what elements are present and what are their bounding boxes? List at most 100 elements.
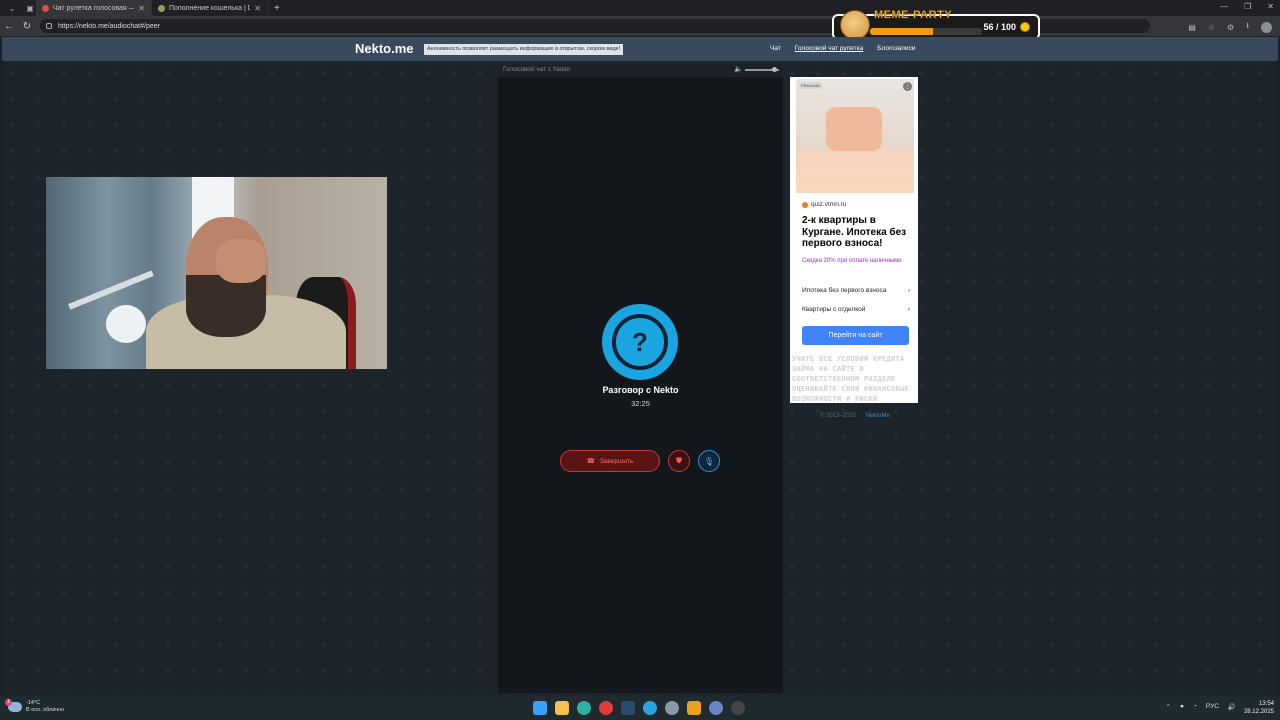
chat-panel-title: Голосовой чат с Nekto (503, 66, 571, 73)
taskbar-clock[interactable]: 13:54 28.12.2025 (1244, 700, 1274, 716)
tab-favicon (42, 4, 49, 12)
ad-label: РЕКЛАМА (799, 82, 822, 89)
start-windows-icon[interactable] (533, 701, 547, 715)
hangup-phone-icon: ☎ (586, 458, 595, 465)
obs-icon[interactable] (731, 701, 745, 715)
reload-icon[interactable]: ↻ (18, 21, 36, 32)
ad-legal-text: УЧИТЕ ВСЕ УСЛОВИЯ КРЕДИТА ЗАЙМА НА САЙТЕ… (792, 356, 910, 404)
browser-tabbar: ⌄ ▣ Чат рулетка голосовая — N ✕ Пополнен… (0, 0, 1280, 16)
webcam-person-beard (186, 275, 266, 337)
tab-title: Пополнение кошелька | Dragon (169, 4, 250, 12)
weather-desc: В осн. облачно (26, 707, 65, 713)
download-icon[interactable]: ⭳ (1246, 20, 1249, 34)
call-timer: 32:25 (631, 399, 650, 408)
tab-close-icon[interactable]: ✕ (138, 4, 145, 13)
ad-domain-favicon (802, 201, 808, 208)
back-arrow-icon[interactable]: ← (0, 21, 18, 32)
end-call-label: Завершить (599, 457, 634, 465)
doge-avatar-icon (840, 10, 870, 40)
tab-audiochat[interactable]: Чат рулетка голосовая — N ✕ (36, 0, 152, 16)
tray-expand-icon[interactable]: ⌃ (1166, 703, 1171, 711)
shield-icon: ⛊ (676, 456, 682, 465)
bookmark-star-icon[interactable]: ☆ (1208, 23, 1215, 32)
coin-icon (1020, 22, 1030, 32)
game-app-icon[interactable] (687, 701, 701, 715)
ad-link-label: Квартиры с отделкой (802, 306, 866, 313)
weather-temp: -14°C (26, 700, 41, 706)
site-menu: Чат Голосовой чат рулетка Блогозаписи (770, 45, 915, 52)
cloud-icon: 1 (5, 699, 22, 712)
reader-icon[interactable]: ▤ (1188, 23, 1196, 32)
chevron-right-icon: › (907, 287, 910, 294)
meme-progress-count: 56 / 100 (983, 22, 1016, 32)
ad-link-finishing[interactable]: Квартиры с отделкой › (802, 306, 910, 313)
chat-panel-header: Голосовой чат с Nekto 🔈 (498, 63, 783, 77)
settings-gear-icon[interactable] (665, 701, 679, 715)
clock-date: 28.12.2025 (1243, 709, 1274, 715)
microphone-button[interactable]: 🎙 (698, 450, 720, 472)
menu-item-chat[interactable]: Чат (770, 45, 781, 52)
extensions-icon[interactable]: ⚙ (1227, 23, 1234, 32)
volume-slider[interactable] (745, 67, 779, 72)
volume-knob[interactable] (772, 67, 777, 72)
menu-item-voice-chat[interactable]: Голосовой чат рулетка (795, 45, 863, 52)
nekto-site: Nekto.me Анонимность позволяет размещать… (2, 37, 1278, 696)
telegram-icon[interactable] (643, 701, 657, 715)
notification-badge: 1 (5, 699, 12, 706)
app-orb-icon[interactable] (709, 701, 723, 715)
volume-tray-icon[interactable]: 🔊 (1228, 703, 1236, 711)
site-header: Nekto.me Анонимность позволяет размещать… (2, 37, 1278, 61)
webcam-person-hand (216, 239, 266, 283)
tray-lang[interactable]: РУС (1206, 703, 1219, 711)
ad-link-label: Ипотека без первого взноса (802, 287, 887, 294)
windows-taskbar: 1 -14°C В осн. облачно ⌃ ● ◔ РУС 🔊 13:54… (0, 696, 1280, 720)
tab-wallet[interactable]: Пополнение кошелька | Dragon ✕ (152, 0, 268, 16)
question-mark-icon: ? (612, 314, 668, 370)
ad-image[interactable]: РЕКЛАМА ⋮ (796, 79, 914, 193)
ad-cta-button[interactable]: Перейти на сайт (802, 326, 909, 345)
webcam-video (46, 177, 387, 369)
file-explorer-icon[interactable] (555, 701, 569, 715)
ad-link-mortgage[interactable]: Ипотека без первого взноса › (802, 287, 910, 294)
minimize-icon[interactable]: — (1220, 2, 1228, 11)
menu-item-blog[interactable]: Блогозаписи (877, 45, 915, 52)
taskbar-apps (533, 701, 745, 715)
advertisement-banner[interactable]: РЕКЛАМА ⋮ quiz.vtmn.ru 2-к квартиры в Ку… (790, 77, 918, 404)
site-logo[interactable]: Nekto.me (355, 41, 414, 56)
ad-close-icon[interactable]: ⋮ (903, 82, 912, 91)
tray-network-icon[interactable]: ◔ (1193, 703, 1197, 711)
tab-close-icon[interactable]: ✕ (254, 4, 261, 13)
ad-headline[interactable]: 2-к квартиры в Кургане. Ипотека без перв… (802, 215, 912, 250)
volume-icon[interactable]: 🔈 (734, 63, 743, 77)
edge-icon[interactable] (577, 701, 591, 715)
browser-addressbar: ← ↻ https://nekto.me/audiochat#/peer ▤ ☆… (0, 16, 1280, 36)
url-text: https://nekto.me/audiochat#/peer (58, 22, 160, 30)
anonymity-notice: Анонимность позволяет размещать информац… (424, 44, 624, 55)
tab-favicon (158, 4, 165, 12)
webcam-microphone (106, 305, 146, 343)
meme-progress-bar (870, 28, 982, 35)
weather-widget[interactable]: 1 -14°C В осн. облачно (5, 699, 65, 714)
clock-time: 13:54 (1258, 701, 1274, 707)
report-shield-button[interactable]: ⛊ (668, 450, 690, 472)
end-call-button[interactable]: ☎ Завершить (560, 450, 660, 472)
microphone-icon: 🎙 (703, 456, 715, 466)
voice-chat-panel: Голосовой чат с Nekto 🔈 ? Разговор с Nek… (498, 63, 783, 693)
profile-avatar[interactable] (1261, 21, 1272, 33)
chevron-right-icon: › (907, 306, 910, 313)
tab-pin-icon[interactable]: ▣ (24, 2, 36, 14)
tray-app-icon[interactable]: ● (1180, 703, 1184, 711)
conversation-title: Разговор с Nekto (602, 385, 679, 395)
footer-copyright: © 2013–2025 (820, 413, 857, 419)
lock-icon (46, 23, 52, 29)
close-window-icon[interactable]: ✕ (1267, 2, 1274, 11)
new-tab-plus-icon[interactable]: + (274, 3, 280, 14)
steam-icon[interactable] (621, 701, 635, 715)
yandex-browser-icon[interactable] (599, 701, 613, 715)
footer-link[interactable]: NektoMe (866, 413, 890, 419)
tab-menu-icon[interactable]: ⌄ (6, 2, 18, 14)
ad-domain[interactable]: quiz.vtmn.ru (802, 201, 846, 208)
restore-icon[interactable]: ❐ (1244, 2, 1251, 11)
system-tray: ⌃ ● ◔ РУС 🔊 (1166, 703, 1236, 711)
site-footer: © 2013–2025 NektoMe (820, 413, 890, 419)
